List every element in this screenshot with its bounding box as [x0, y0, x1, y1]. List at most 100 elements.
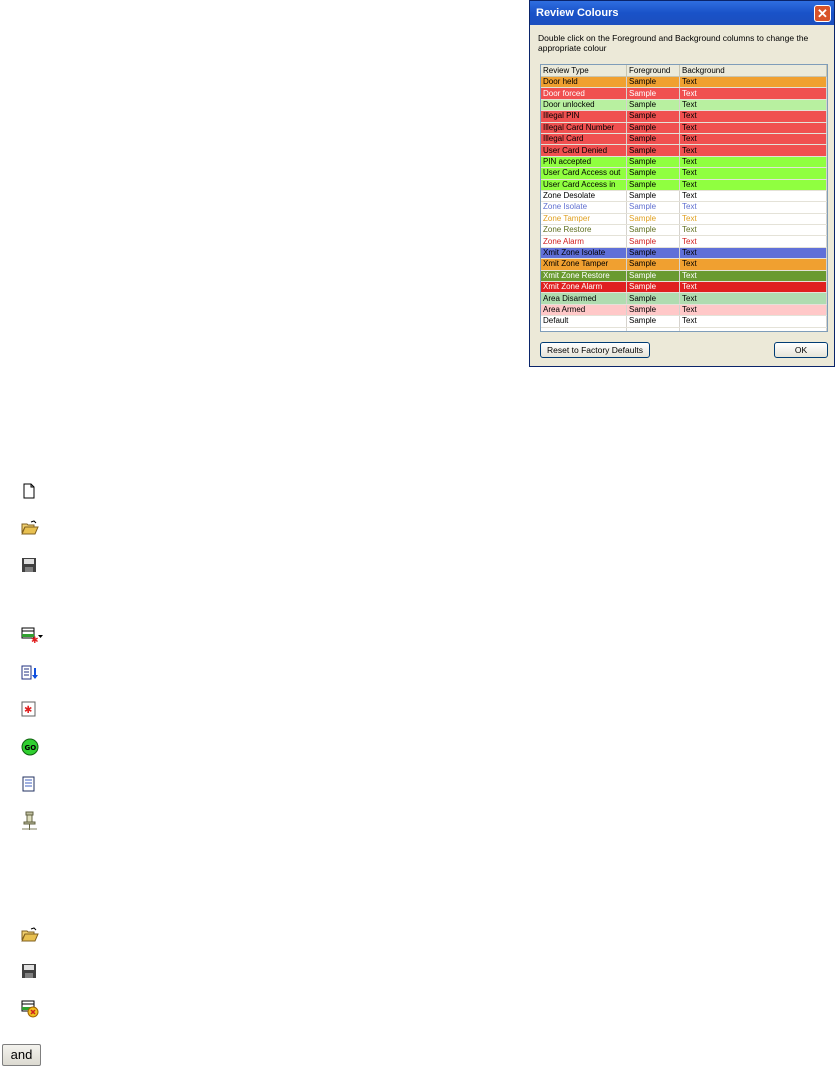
background-cell[interactable]: Text — [679, 213, 827, 226]
column-header-background[interactable]: Background — [679, 65, 827, 77]
foreground-cell[interactable]: Sample — [626, 224, 680, 237]
table-row[interactable]: Zone Tamper Sample Text — [541, 213, 827, 226]
new-row-dropdown-icon[interactable]: ✱ — [21, 627, 45, 643]
sort-list-icon[interactable] — [21, 665, 38, 681]
dialog-titlebar[interactable]: Review Colours ✕ — [530, 1, 834, 25]
background-cell[interactable]: Text — [679, 179, 827, 191]
table-row[interactable]: Zone Restore Sample Text — [541, 224, 827, 237]
background-cell[interactable]: Text — [679, 292, 827, 305]
delete-row-icon[interactable] — [21, 1000, 39, 1018]
foreground-cell[interactable]: Sample — [626, 281, 680, 294]
foreground-cell[interactable]: Sample — [626, 270, 680, 283]
table-row[interactable]: Area Disarmed Sample Text — [541, 292, 827, 305]
review-type-cell[interactable]: Illegal Card — [541, 133, 627, 146]
foreground-cell[interactable]: Sample — [626, 315, 680, 328]
save-floppy-icon[interactable] — [21, 963, 37, 979]
foreground-cell[interactable]: Sample — [626, 133, 680, 146]
table-row[interactable]: Illegal PIN Sample Text — [541, 110, 827, 123]
foreground-cell[interactable]: Sample — [626, 144, 680, 157]
foreground-cell[interactable]: Sample — [626, 99, 680, 112]
ok-button[interactable]: OK — [774, 342, 828, 358]
background-cell[interactable]: Text — [679, 156, 827, 169]
background-cell[interactable]: Text — [679, 281, 827, 294]
background-cell[interactable]: Text — [679, 87, 827, 100]
foreground-cell[interactable]: Sample — [626, 87, 680, 100]
foreground-cell[interactable]: Sample — [626, 258, 680, 271]
foreground-cell[interactable]: Sample — [626, 247, 680, 260]
background-cell[interactable]: Text — [679, 76, 827, 89]
table-row[interactable]: Zone Desolate Sample Text — [541, 190, 827, 203]
pushpin-icon[interactable] — [21, 811, 39, 831]
table-row[interactable]: Zone Alarm Sample Text — [541, 235, 827, 248]
background-cell[interactable]: Text — [679, 133, 827, 146]
review-type-cell[interactable]: Door forced — [541, 87, 627, 100]
review-type-cell[interactable]: Illegal PIN — [541, 110, 627, 123]
review-type-cell[interactable]: Default — [541, 315, 627, 328]
review-type-cell[interactable]: User Card Access in — [541, 179, 627, 191]
reset-factory-defaults-button[interactable]: Reset to Factory Defaults — [540, 342, 650, 358]
table-row[interactable]: Xmit Zone Isolate Sample Text — [541, 247, 827, 260]
table-row[interactable]: Illegal Card Number Sample Text — [541, 122, 827, 134]
foreground-cell[interactable]: Sample — [626, 76, 680, 89]
table-row[interactable]: PIN accepted Sample Text — [541, 156, 827, 169]
background-cell[interactable]: Text — [679, 304, 827, 317]
table-row[interactable]: Door held Sample Text — [541, 76, 827, 89]
background-cell[interactable]: Text — [679, 122, 827, 134]
table-row[interactable]: Default Sample Text — [541, 315, 827, 328]
foreground-cell[interactable]: Sample — [626, 304, 680, 317]
table-row[interactable]: User Card Access in Sample Text — [541, 179, 827, 191]
background-cell[interactable]: Text — [679, 167, 827, 180]
table-row[interactable]: Door unlocked Sample Text — [541, 99, 827, 112]
background-cell[interactable]: Text — [679, 144, 827, 157]
review-type-cell[interactable]: Area Armed — [541, 304, 627, 317]
table-row[interactable]: Door forced Sample Text — [541, 87, 827, 100]
review-type-cell[interactable]: Zone Restore — [541, 224, 627, 237]
empty-cell[interactable] — [679, 327, 827, 331]
review-type-cell[interactable]: Xmit Zone Alarm — [541, 281, 627, 294]
column-header-review-type[interactable]: Review Type — [541, 65, 627, 77]
review-type-cell[interactable]: Zone Isolate — [541, 201, 627, 214]
go-icon[interactable]: GO — [21, 738, 39, 756]
table-row[interactable]: Xmit Zone Alarm Sample Text — [541, 281, 827, 294]
review-type-cell[interactable]: Area Disarmed — [541, 292, 627, 305]
save-floppy-icon[interactable] — [21, 557, 37, 573]
table-row[interactable]: Xmit Zone Tamper Sample Text — [541, 258, 827, 271]
empty-cell[interactable] — [541, 327, 627, 331]
background-cell[interactable]: Text — [679, 247, 827, 260]
foreground-cell[interactable]: Sample — [626, 110, 680, 123]
and-button[interactable]: and — [2, 1044, 41, 1066]
background-cell[interactable]: Text — [679, 190, 827, 203]
foreground-cell[interactable]: Sample — [626, 156, 680, 169]
review-type-cell[interactable]: Door held — [541, 76, 627, 89]
background-cell[interactable]: Text — [679, 258, 827, 271]
review-type-cell[interactable]: Xmit Zone Restore — [541, 270, 627, 283]
table-row-empty[interactable] — [541, 327, 827, 331]
table-row[interactable]: User Card Access out Sample Text — [541, 167, 827, 180]
table-row[interactable]: Xmit Zone Restore Sample Text — [541, 270, 827, 283]
review-type-cell[interactable]: User Card Denied — [541, 144, 627, 157]
alarm-star-icon[interactable]: ✱ — [21, 701, 37, 717]
open-folder-icon[interactable] — [21, 927, 39, 943]
table-row[interactable]: User Card Denied Sample Text — [541, 144, 827, 157]
foreground-cell[interactable]: Sample — [626, 292, 680, 305]
table-row[interactable]: Area Armed Sample Text — [541, 304, 827, 317]
review-type-cell[interactable]: Zone Tamper — [541, 213, 627, 226]
background-cell[interactable]: Text — [679, 235, 827, 248]
background-cell[interactable]: Text — [679, 201, 827, 214]
table-row[interactable]: Illegal Card Sample Text — [541, 133, 827, 146]
review-type-cell[interactable]: User Card Access out — [541, 167, 627, 180]
background-cell[interactable]: Text — [679, 110, 827, 123]
review-type-cell[interactable]: PIN accepted — [541, 156, 627, 169]
foreground-cell[interactable]: Sample — [626, 213, 680, 226]
foreground-cell[interactable]: Sample — [626, 201, 680, 214]
foreground-cell[interactable]: Sample — [626, 235, 680, 248]
table-row[interactable]: Zone Isolate Sample Text — [541, 201, 827, 214]
report-icon[interactable] — [21, 776, 37, 792]
background-cell[interactable]: Text — [679, 99, 827, 112]
review-type-cell[interactable]: Zone Alarm — [541, 235, 627, 248]
background-cell[interactable]: Text — [679, 270, 827, 283]
background-cell[interactable]: Text — [679, 224, 827, 237]
review-colours-grid[interactable]: Review Type Foreground Background Door h… — [540, 64, 828, 332]
review-type-cell[interactable]: Xmit Zone Isolate — [541, 247, 627, 260]
empty-cell[interactable] — [626, 327, 680, 331]
